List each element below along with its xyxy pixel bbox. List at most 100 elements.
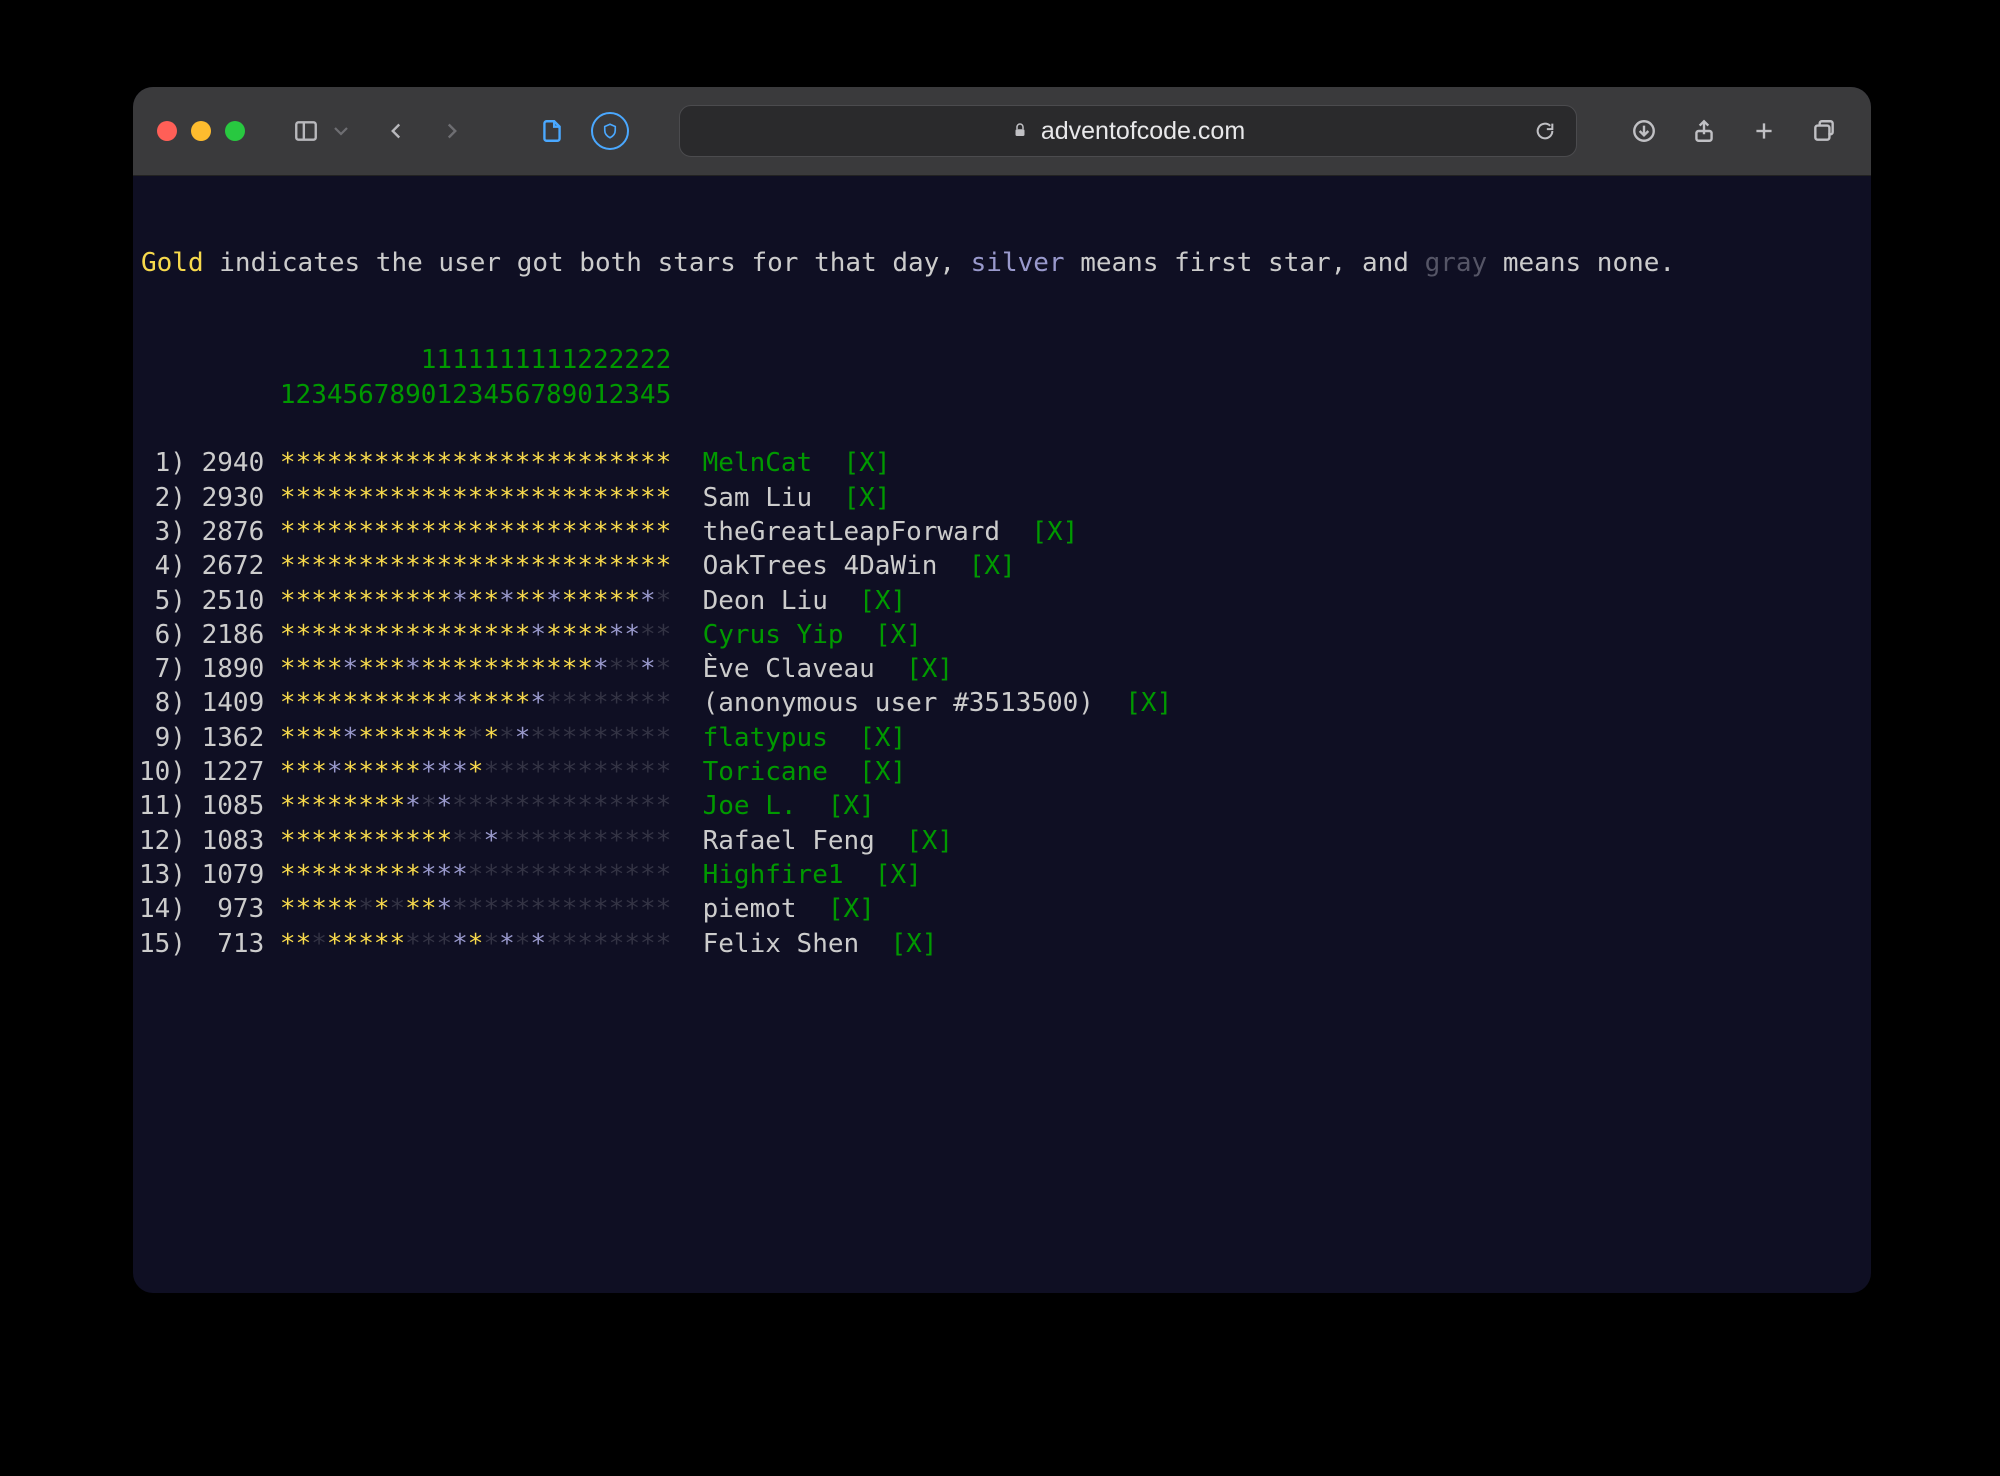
score: 1362: [202, 723, 280, 753]
username[interactable]: flatypus: [703, 723, 828, 753]
username[interactable]: Toricane: [703, 757, 828, 787]
username[interactable]: Joe L.: [703, 791, 797, 821]
remove-member-link[interactable]: [X]: [875, 620, 922, 650]
tab-overview-button[interactable]: [1801, 108, 1847, 154]
leaderboard-row: 14) 973 ************************* piemot…: [139, 892, 1865, 926]
zoom-window-button[interactable]: [225, 121, 245, 141]
leaderboard-row: 8) 1409 ************************* (anony…: [139, 686, 1865, 720]
remove-member-link[interactable]: [X]: [890, 929, 937, 959]
username[interactable]: theGreatLeapForward: [703, 517, 1000, 547]
score: 1085: [202, 791, 280, 821]
rank: 6): [139, 620, 202, 650]
username[interactable]: MelnCat: [703, 448, 813, 478]
star-row: *************************: [280, 894, 671, 924]
downloads-button[interactable]: [1621, 108, 1667, 154]
score: 1083: [202, 826, 280, 856]
username[interactable]: OakTrees 4DaWin: [703, 551, 938, 581]
star-row: *************************: [280, 860, 671, 890]
lock-icon: [1011, 117, 1029, 146]
remove-member-link[interactable]: [X]: [844, 448, 891, 478]
remove-member-link[interactable]: [X]: [1125, 688, 1172, 718]
leaderboard-row: 1) 2940 ************************* MelnCa…: [139, 446, 1865, 480]
forward-button[interactable]: [429, 108, 475, 154]
star-row: *************************: [280, 791, 671, 821]
score: 973: [202, 894, 280, 924]
day-header: 1111111111222222 12345678901234567890123…: [139, 343, 1865, 412]
browser-toolbar: adventofcode.com: [133, 87, 1871, 176]
rank: 13): [139, 860, 202, 890]
star-row: *************************: [280, 586, 671, 616]
rank: 9): [139, 723, 202, 753]
username[interactable]: Felix Shen: [703, 929, 860, 959]
rank: 3): [139, 517, 202, 547]
leaderboard-row: 11) 1085 ************************* Joe L…: [139, 789, 1865, 823]
remove-member-link[interactable]: [X]: [828, 894, 875, 924]
score: 2186: [202, 620, 280, 650]
reload-button[interactable]: [1534, 120, 1556, 142]
rank: 7): [139, 654, 202, 684]
star-row: *************************: [280, 448, 671, 478]
remove-member-link[interactable]: [X]: [859, 586, 906, 616]
page-icon[interactable]: [529, 108, 575, 154]
remove-member-link[interactable]: [X]: [1031, 517, 1078, 547]
remove-member-link[interactable]: [X]: [859, 723, 906, 753]
username[interactable]: piemot: [703, 894, 797, 924]
remove-member-link[interactable]: [X]: [906, 654, 953, 684]
star-row: *************************: [280, 723, 671, 753]
privacy-shield-icon[interactable]: [591, 112, 629, 150]
rank: 10): [139, 757, 202, 787]
score: 1079: [202, 860, 280, 890]
username[interactable]: (anonymous user #3513500): [703, 688, 1094, 718]
leaderboard-row: 3) 2876 ************************* theGre…: [139, 515, 1865, 549]
star-row: *************************: [280, 929, 671, 959]
leaderboard-row: 12) 1083 ************************* Rafae…: [139, 824, 1865, 858]
legend-text: Gold indicates the user got both stars f…: [139, 238, 1865, 289]
remove-member-link[interactable]: [X]: [828, 791, 875, 821]
day-header-prefix: [139, 345, 280, 375]
username[interactable]: Cyrus Yip: [703, 620, 844, 650]
leaderboard-row: 15) 713 ************************* Felix …: [139, 927, 1865, 961]
score: 2876: [202, 517, 280, 547]
browser-window: adventofcode.com Gold indicates the user…: [133, 87, 1871, 1293]
remove-member-link[interactable]: [X]: [969, 551, 1016, 581]
rank: 12): [139, 826, 202, 856]
score: 1227: [202, 757, 280, 787]
tab-group-dropdown-icon[interactable]: [329, 108, 353, 154]
username[interactable]: Sam Liu: [703, 483, 813, 513]
rank: 5): [139, 586, 202, 616]
score: 713: [202, 929, 280, 959]
back-button[interactable]: [373, 108, 419, 154]
page-content: Gold indicates the user got both stars f…: [133, 176, 1871, 1030]
sidebar-toggle-button[interactable]: [283, 108, 329, 154]
rank: 2): [139, 483, 202, 513]
score: 2940: [202, 448, 280, 478]
username[interactable]: Ève Claveau: [703, 654, 875, 684]
share-button[interactable]: [1681, 108, 1727, 154]
leaderboard-row: 4) 2672 ************************* OakTre…: [139, 549, 1865, 583]
score: 1890: [202, 654, 280, 684]
star-row: *************************: [280, 551, 671, 581]
leaderboard-row: 9) 1362 ************************* flatyp…: [139, 721, 1865, 755]
legend-silver: silver: [971, 248, 1065, 278]
window-controls: [157, 121, 245, 141]
leaderboard-row: 7) 1890 ************************* Ève Cl…: [139, 652, 1865, 686]
leaderboard-row: 13) 1079 ************************* Highf…: [139, 858, 1865, 892]
new-tab-button[interactable]: [1741, 108, 1787, 154]
minimize-window-button[interactable]: [191, 121, 211, 141]
remove-member-link[interactable]: [X]: [844, 483, 891, 513]
remove-member-link[interactable]: [X]: [859, 757, 906, 787]
url-text: adventofcode.com: [1041, 117, 1245, 146]
star-row: *************************: [280, 483, 671, 513]
rank: 11): [139, 791, 202, 821]
rank: 15): [139, 929, 202, 959]
remove-member-link[interactable]: [X]: [875, 860, 922, 890]
remove-member-link[interactable]: [X]: [906, 826, 953, 856]
username[interactable]: Highfire1: [703, 860, 844, 890]
username[interactable]: Rafael Feng: [703, 826, 875, 856]
close-window-button[interactable]: [157, 121, 177, 141]
star-row: *************************: [280, 757, 671, 787]
score: 2930: [202, 483, 280, 513]
score: 1409: [202, 688, 280, 718]
username[interactable]: Deon Liu: [703, 586, 828, 616]
address-bar[interactable]: adventofcode.com: [679, 105, 1577, 157]
